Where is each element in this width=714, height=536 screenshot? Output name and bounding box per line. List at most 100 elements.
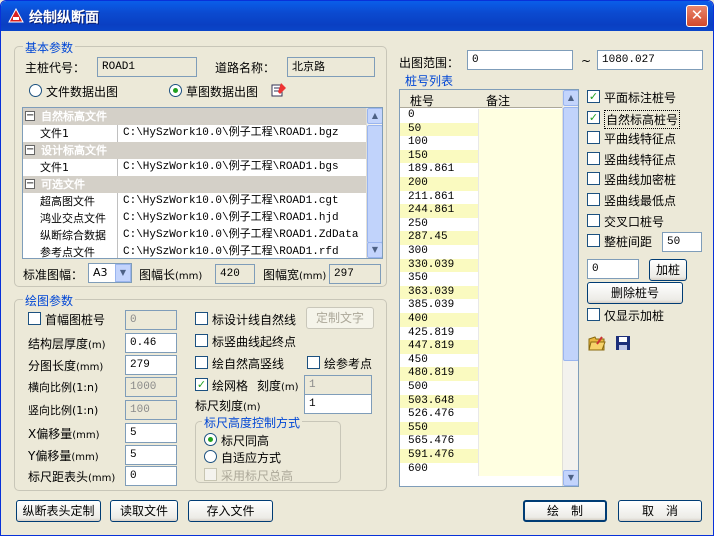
collapse-icon[interactable]: − [25, 111, 35, 121]
pile-row[interactable]: 250 [400, 217, 563, 232]
radio-file-data[interactable] [29, 84, 42, 97]
pile-row[interactable]: 600 [400, 462, 563, 477]
pile-row[interactable]: 591.476 [400, 449, 563, 463]
ruler-dist-field[interactable]: 0 [125, 466, 177, 486]
save-file-button[interactable]: 存入文件 [188, 500, 273, 522]
open-folder-icon[interactable] [588, 334, 606, 352]
pile-note[interactable] [478, 177, 563, 191]
pile-note[interactable] [478, 245, 563, 259]
pile-row[interactable]: 200 [400, 177, 563, 191]
range-from-field[interactable]: 0 [467, 50, 573, 70]
pile-note[interactable] [478, 340, 563, 354]
pile-row[interactable]: 363.039 [400, 285, 563, 300]
tree-section-header[interactable]: − 自然标高文件 [23, 108, 368, 125]
y-offset-field[interactable]: 5 [125, 445, 177, 465]
tree-section-header[interactable]: − 设计标高文件 [23, 142, 368, 159]
pile-row[interactable]: 50 [400, 122, 563, 137]
pile-row[interactable]: 150 [400, 149, 563, 164]
pile-row[interactable]: 330.039 [400, 258, 563, 273]
col-note-header[interactable]: 备注 [486, 92, 510, 109]
radio-ruler-same[interactable] [204, 433, 217, 446]
scroll-down-icon[interactable]: ▼ [367, 242, 382, 258]
pile-row[interactable]: 526.476 [400, 408, 563, 422]
pile-row[interactable]: 425.819 [400, 326, 563, 341]
chevron-down-icon[interactable]: ▼ [115, 264, 131, 282]
tree-row[interactable]: 超高图文件 C:\HySzWork10.0\例子工程\ROAD1.cgt [23, 193, 368, 210]
first-pile-checkbox[interactable] [28, 312, 41, 325]
pile-row[interactable]: 300 [400, 245, 563, 259]
sketch-edit-icon[interactable] [271, 82, 287, 98]
custom-text-button[interactable]: 定制文字 [306, 307, 374, 329]
pile-note[interactable] [478, 285, 563, 300]
pile-note[interactable] [478, 449, 563, 463]
main-code-field[interactable]: ROAD1 [97, 57, 197, 77]
pile-note[interactable] [478, 272, 563, 286]
x-offset-field[interactable]: 5 [125, 423, 177, 443]
pile-note[interactable] [478, 217, 563, 232]
grid-scale-field[interactable]: 1 [304, 375, 372, 395]
show-added-checkbox[interactable] [587, 308, 600, 321]
vert-feature-checkbox[interactable] [587, 151, 600, 165]
save-icon[interactable] [615, 335, 631, 351]
pile-row[interactable]: 211.861 [400, 190, 563, 205]
paper-size-select[interactable]: A3 ▼ [88, 263, 132, 283]
plane-pile-checkbox[interactable]: ✓ [587, 90, 600, 103]
draw-ref-checkbox[interactable] [307, 356, 320, 369]
pile-note[interactable] [478, 462, 563, 477]
pile-note[interactable] [478, 435, 563, 450]
draw-natural-checkbox[interactable] [195, 356, 208, 369]
whole-pile-field[interactable]: 50 [662, 232, 702, 252]
pile-row[interactable]: 480.819 [400, 367, 563, 382]
pile-note[interactable] [478, 122, 563, 137]
tree-row[interactable]: 文件1 C:\HySzWork10.0\例子工程\ROAD1.bgz [23, 125, 368, 142]
tree-scrollbar[interactable]: ▲ ▼ [366, 108, 382, 258]
pile-note[interactable] [478, 326, 563, 341]
radio-sketch-data[interactable] [169, 84, 182, 97]
h-scale-field[interactable]: 1000 [125, 377, 177, 397]
tree-section-header[interactable]: − 可选文件 [23, 176, 368, 193]
tree-row[interactable]: 参考点文件 C:\HySzWork10.0\例子工程\ROAD1.rfd [23, 244, 368, 258]
pile-list-scrollbar[interactable]: ▲ ▼ [562, 90, 578, 486]
tree-row[interactable]: 文件1 C:\HySzWork10.0\例子工程\ROAD1.bgs [23, 159, 368, 176]
first-pile-field[interactable]: 0 [125, 310, 177, 330]
draw-button[interactable]: 绘 制 [523, 500, 607, 522]
scroll-down-icon[interactable]: ▼ [563, 470, 578, 486]
pile-note[interactable] [478, 109, 563, 123]
pile-row[interactable]: 189.861 [400, 163, 563, 178]
tree-row[interactable]: 纵断综合数据 C:\HySzWork10.0\例子工程\ROAD1.ZdData [23, 227, 368, 244]
pile-row[interactable]: 447.819 [400, 340, 563, 354]
pile-note[interactable] [478, 163, 563, 178]
add-pile-field[interactable]: 0 [587, 259, 639, 279]
pile-note[interactable] [478, 381, 563, 395]
close-button[interactable]: ✕ [686, 5, 708, 27]
pile-note[interactable] [478, 258, 563, 273]
vert-dense-checkbox[interactable] [587, 172, 600, 186]
v-scale-field[interactable]: 100 [125, 400, 177, 420]
read-file-button[interactable]: 读取文件 [110, 500, 178, 522]
mark-curve-checkbox[interactable] [195, 334, 208, 347]
pile-row[interactable]: 350 [400, 272, 563, 286]
pile-row[interactable]: 287.45 [400, 231, 563, 246]
pile-row[interactable]: 100 [400, 136, 563, 150]
col-pile-header[interactable]: 桩号 [410, 92, 434, 109]
collapse-icon[interactable]: − [25, 179, 35, 189]
pile-list[interactable]: 0 50 100 150 189.861 200 211.861 244.861 250 287.… [399, 89, 579, 487]
pile-note[interactable] [478, 231, 563, 246]
delete-pile-button[interactable]: 删除桩号 [587, 282, 683, 304]
pile-note[interactable] [478, 367, 563, 382]
title-bar[interactable]: 绘制纵断面 ✕ [1, 1, 713, 31]
scroll-up-icon[interactable]: ▲ [367, 108, 382, 124]
pile-row[interactable]: 565.476 [400, 435, 563, 450]
pile-row[interactable]: 0 [400, 109, 563, 123]
tree-row[interactable]: 鸿业交点文件 C:\HySzWork10.0\例子工程\ROAD1.hjd [23, 210, 368, 227]
file-tree[interactable]: − 自然标高文件 文件1 C:\HySzWork10.0\例子工程\ROAD1.bgz… [22, 107, 383, 259]
pile-note[interactable] [478, 353, 563, 368]
plane-feature-checkbox[interactable] [587, 131, 600, 145]
seg-len-field[interactable]: 279 [125, 355, 177, 375]
ruler-total-checkbox[interactable] [204, 468, 217, 481]
collapse-icon[interactable]: − [25, 145, 35, 155]
scroll-up-icon[interactable]: ▲ [563, 90, 578, 106]
scroll-thumb[interactable] [367, 125, 382, 243]
natural-pile-checkbox[interactable]: ✓ [587, 110, 600, 124]
pile-note[interactable] [478, 313, 563, 327]
